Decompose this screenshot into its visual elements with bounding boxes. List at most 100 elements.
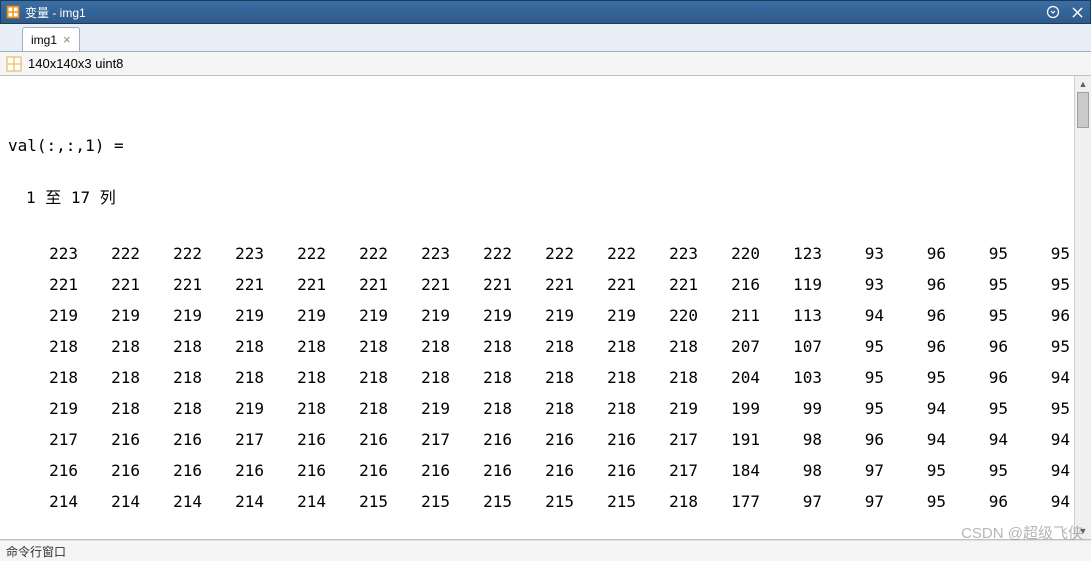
data-cell: 218 [512,331,574,362]
data-cell: 216 [140,455,202,486]
data-cell: 95 [1008,393,1070,424]
tab-img1[interactable]: img1 × [22,27,80,51]
data-cell: 216 [698,269,760,300]
scroll-down-icon[interactable]: ▼ [1075,523,1091,539]
data-cell: 221 [78,269,140,300]
data-cell: 215 [388,486,450,517]
data-cell: 222 [450,238,512,269]
data-cell: 97 [822,486,884,517]
data-cell: 218 [574,362,636,393]
data-cell: 217 [388,424,450,455]
data-cell: 96 [884,331,946,362]
data-cell: 95 [822,331,884,362]
content-area: val(:,:,1) = 1 至 17 列 223222222223222222… [0,76,1091,540]
status-bar: 命令行窗口 [0,540,1091,561]
data-cell: 221 [264,269,326,300]
tab-close-icon[interactable]: × [63,33,71,46]
data-cell: 223 [636,238,698,269]
data-cell: 218 [140,362,202,393]
val-header: val(:,:,1) = [8,134,1072,158]
data-cell: 217 [636,455,698,486]
data-cell: 218 [16,362,78,393]
data-cell: 96 [884,238,946,269]
data-cell: 184 [698,455,760,486]
data-cell: 220 [636,300,698,331]
table-row: 2192182182192182182192182182182191999995… [16,393,1070,424]
data-cell: 214 [202,486,264,517]
status-text: 命令行窗口 [6,543,66,560]
data-cell: 223 [202,238,264,269]
data-cell: 217 [636,424,698,455]
data-cell: 215 [326,486,388,517]
data-cell: 219 [202,300,264,331]
data-cell: 218 [574,331,636,362]
data-cell: 219 [16,300,78,331]
data-cell: 219 [326,300,388,331]
data-cell: 96 [822,424,884,455]
scrollbar-thumb[interactable] [1077,92,1089,128]
data-cell: 223 [16,238,78,269]
data-cell: 222 [512,238,574,269]
data-cell: 95 [1008,331,1070,362]
data-cell: 95 [822,362,884,393]
data-cell: 96 [946,331,1008,362]
data-cell: 93 [822,238,884,269]
data-cell: 221 [202,269,264,300]
data-cell: 218 [202,331,264,362]
data-cell: 221 [140,269,202,300]
data-cell: 214 [78,486,140,517]
data-cell: 98 [760,424,822,455]
data-cell: 217 [202,424,264,455]
data-cell: 216 [388,455,450,486]
variable-content[interactable]: val(:,:,1) = 1 至 17 列 223222222223222222… [0,76,1074,539]
table-row: 2212212212212212212212212212212212161199… [16,269,1070,300]
minimize-icon[interactable] [1044,4,1062,20]
data-cell: 98 [760,455,822,486]
data-cell: 94 [1008,455,1070,486]
data-cell: 95 [884,362,946,393]
data-cell: 218 [636,362,698,393]
data-cell: 218 [512,362,574,393]
data-cell: 94 [884,393,946,424]
scroll-up-icon[interactable]: ▲ [1075,76,1091,92]
data-cell: 123 [760,238,822,269]
data-cell: 216 [264,424,326,455]
data-cell: 218 [264,362,326,393]
data-cell: 219 [574,300,636,331]
data-cell: 218 [140,331,202,362]
data-cell: 221 [512,269,574,300]
table-row: 2162162162162162162162162162162171849897… [16,455,1070,486]
data-cell: 216 [78,455,140,486]
data-cell: 218 [202,362,264,393]
table-row: 2232222222232222222232222222222232201239… [16,238,1070,269]
data-cell: 211 [698,300,760,331]
data-cell: 218 [574,393,636,424]
data-cell: 216 [574,424,636,455]
data-cell: 95 [946,393,1008,424]
data-cell: 218 [140,393,202,424]
data-cell: 220 [698,238,760,269]
data-cell: 93 [822,269,884,300]
data-cell: 95 [946,455,1008,486]
data-cell: 218 [450,393,512,424]
data-cell: 218 [16,331,78,362]
data-cell: 215 [574,486,636,517]
data-cell: 218 [326,393,388,424]
data-cell: 95 [1008,238,1070,269]
data-cell: 96 [1008,300,1070,331]
data-cell: 218 [326,331,388,362]
table-row: 2182182182182182182182182182182182071079… [16,331,1070,362]
data-cell: 218 [388,331,450,362]
vertical-scrollbar[interactable]: ▲ ▼ [1074,76,1091,539]
data-cell: 219 [140,300,202,331]
data-cell: 219 [636,393,698,424]
data-cell: 214 [264,486,326,517]
data-cell: 218 [264,331,326,362]
table-row: 2182182182182182182182182182182182041039… [16,362,1070,393]
data-cell: 219 [264,300,326,331]
data-cell: 119 [760,269,822,300]
data-cell: 95 [884,455,946,486]
data-cell: 216 [574,455,636,486]
close-icon[interactable] [1068,4,1086,20]
data-cell: 219 [388,393,450,424]
